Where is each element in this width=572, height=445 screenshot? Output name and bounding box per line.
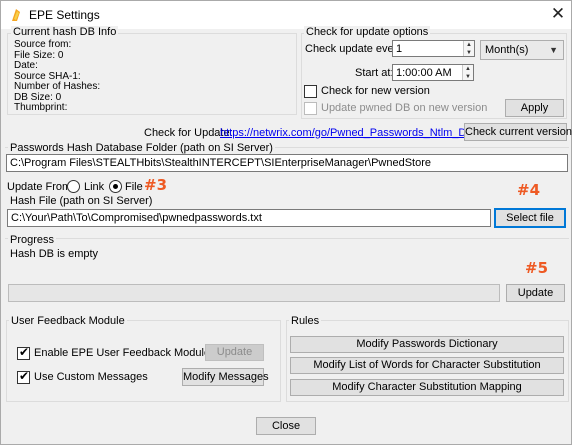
hash-info-num-hashes: Number of Hashes: — [14, 81, 101, 92]
close-icon[interactable]: ✕ — [547, 4, 569, 24]
enable-feedback-checkbox[interactable]: ✔ — [17, 345, 30, 360]
app-icon — [12, 9, 20, 21]
file-radio-label: File — [125, 181, 143, 193]
start-at-spinner[interactable]: ▲ ▼ — [462, 65, 473, 80]
hash-file-label: Hash File (path on SI Server) — [10, 195, 153, 207]
start-at-label: Start at: — [355, 67, 394, 79]
modify-word-list-button[interactable]: Modify List of Words for Character Subst… — [290, 357, 564, 374]
db-folder-label: Passwords Hash Database Folder (path on … — [8, 142, 275, 154]
period-select[interactable]: Month(s) ▼ — [480, 40, 564, 60]
spin-down-icon[interactable]: ▼ — [464, 49, 474, 57]
check-update-link[interactable]: https://netwrix.com/go/Pwned_Passwords_N… — [220, 127, 473, 139]
pwned-db-label: Update pwned DB on new version — [321, 102, 488, 114]
hash-info-thumbprint: Thumbprint: — [14, 102, 68, 113]
file-radio[interactable] — [109, 180, 122, 193]
radio-selected-dot — [113, 184, 118, 189]
hash-info-group-label: Current hash DB Info — [11, 26, 119, 38]
progress-bar — [8, 284, 500, 302]
progress-label: Progress — [8, 234, 57, 246]
chevron-down-icon: ▼ — [549, 45, 558, 55]
feedback-group-label: User Feedback Module — [9, 315, 127, 327]
window-title: EPE Settings — [29, 8, 100, 22]
epe-settings-window: EPE Settings ✕ Current hash DB Info Sour… — [0, 0, 572, 445]
spin-up-icon[interactable]: ▲ — [463, 65, 473, 73]
annotation-3: #3 — [144, 176, 168, 194]
period-select-value: Month(s) — [485, 44, 529, 56]
hash-info-lines: Source from: File Size: 0 Date: Source S… — [14, 39, 101, 114]
spin-up-icon[interactable]: ▲ — [464, 41, 474, 49]
rules-group-label: Rules — [289, 315, 322, 327]
spin-down-icon[interactable]: ▼ — [463, 73, 473, 81]
progress-update-button[interactable]: Update — [506, 284, 565, 302]
modify-messages-button[interactable]: Modify Messages — [182, 368, 269, 386]
link-radio-label: Link — [84, 181, 105, 193]
apply-button[interactable]: Apply — [505, 99, 564, 117]
hash-info-source: Source from: — [14, 39, 72, 50]
update-from-label: Update From: — [7, 181, 75, 193]
custom-messages-label: Use Custom Messages — [34, 371, 148, 383]
new-version-label: Check for new version — [321, 85, 430, 97]
new-version-checkbox[interactable] — [304, 85, 317, 98]
select-file-button[interactable]: Select file — [494, 208, 566, 228]
enable-feedback-label: Enable EPE User Feedback Module — [34, 347, 211, 359]
close-button[interactable]: Close — [256, 417, 316, 435]
check-icon: ✔ — [19, 345, 30, 359]
check-current-version-button[interactable]: Check current version — [464, 123, 572, 141]
annotation-4: #4 — [517, 181, 541, 199]
feedback-group — [6, 320, 281, 402]
annotation-5: #5 — [525, 259, 549, 277]
modify-substitution-mapping-button[interactable]: Modify Character Substitution Mapping — [290, 379, 564, 396]
title-bar: EPE Settings ✕ — [1, 1, 571, 29]
hash-file-input[interactable]: C:\Your\Path\To\Compromised\pwnedpasswor… — [7, 209, 491, 227]
modify-passwords-dictionary-button[interactable]: Modify Passwords Dictionary — [290, 336, 564, 353]
check-every-spinner[interactable]: ▲ ▼ — [463, 41, 474, 56]
custom-messages-checkbox[interactable]: ✔ — [17, 369, 30, 384]
progress-status: Hash DB is empty — [10, 248, 99, 260]
feedback-update-button[interactable]: Update — [205, 344, 264, 361]
check-icon: ✔ — [19, 369, 30, 383]
pwned-db-checkbox[interactable] — [304, 102, 317, 115]
check-every-label: Check update every: — [305, 43, 406, 55]
db-folder-input[interactable]: C:\Program Files\STEALTHbits\StealthINTE… — [6, 154, 568, 172]
link-radio[interactable] — [67, 180, 80, 193]
update-options-group-label: Check for update options — [304, 26, 431, 38]
hash-info-date: Date: — [14, 60, 38, 71]
